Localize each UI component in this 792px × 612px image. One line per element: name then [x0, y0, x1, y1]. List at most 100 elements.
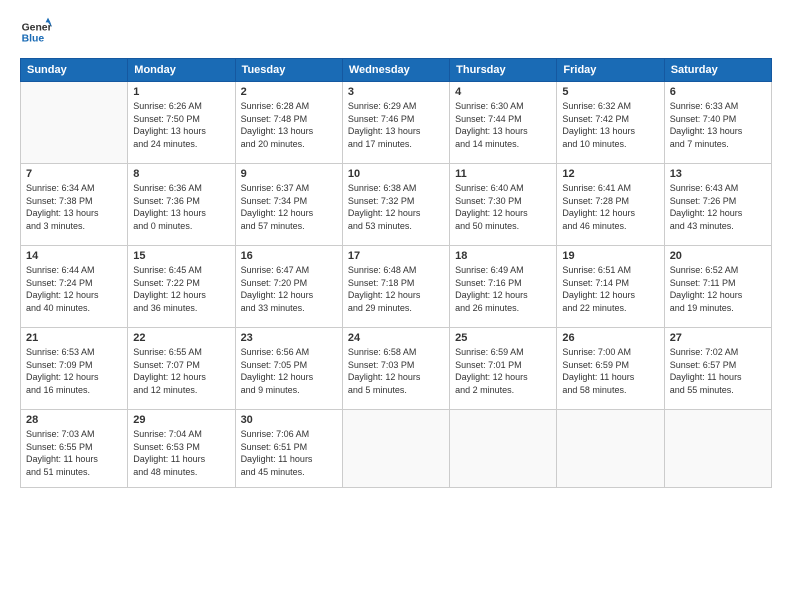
day-info: Sunrise: 6:37 AM Sunset: 7:34 PM Dayligh…: [241, 182, 337, 232]
calendar-cell: 18Sunrise: 6:49 AM Sunset: 7:16 PM Dayli…: [450, 246, 557, 328]
day-number: 15: [133, 250, 229, 262]
day-number: 27: [670, 332, 766, 344]
calendar-cell: [21, 82, 128, 164]
day-info: Sunrise: 6:33 AM Sunset: 7:40 PM Dayligh…: [670, 100, 766, 150]
calendar-cell: 10 Sunrise: 6:38 AM Sunset: 7:32 PM Dayli…: [342, 164, 449, 246]
day-number: 10: [348, 168, 444, 180]
day-number: 11: [455, 168, 551, 180]
day-number: 2: [241, 86, 337, 98]
calendar-cell: [664, 410, 771, 488]
day-info: Sunrise: 6:52 AM Sunset: 7:11 PM Dayligh…: [670, 264, 766, 314]
calendar-cell: 16 Sunrise: 6:47 AM Sunset: 7:20 PM Dayli…: [235, 246, 342, 328]
svg-text:General: General: [22, 22, 52, 33]
calendar-table: SundayMondayTuesdayWednesdayThursdayFrid…: [20, 58, 772, 488]
day-number: 5: [562, 86, 658, 98]
day-info: Sunrise: 6:48 AM Sunset: 7:18 PM Dayligh…: [348, 264, 444, 314]
calendar-cell: 21 Sunrise: 6:53 AM Sunset: 7:09 PM Dayli…: [21, 328, 128, 410]
day-number: 6: [670, 86, 766, 98]
day-info: Sunrise: 6:51 AM Sunset: 7:14 PM Dayligh…: [562, 264, 658, 314]
calendar-cell: 12 Sunrise: 6:41 AM Sunset: 7:28 PM Dayli…: [557, 164, 664, 246]
weekday-header-row: SundayMondayTuesdayWednesdayThursdayFrid…: [21, 59, 772, 82]
day-info: Sunrise: 6:32 AM Sunset: 7:42 PM Dayligh…: [562, 100, 658, 150]
header-area: General Blue: [20, 16, 772, 48]
logo: General Blue: [20, 16, 52, 48]
day-info: Sunrise: 6:43 AM Sunset: 7:26 PM Dayligh…: [670, 182, 766, 232]
week-row-3: 14Sunrise: 6:44 AM Sunset: 7:24 PM Dayli…: [21, 246, 772, 328]
day-info: Sunrise: 6:29 AM Sunset: 7:46 PM Dayligh…: [348, 100, 444, 150]
calendar-cell: 19 Sunrise: 6:51 AM Sunset: 7:14 PM Dayli…: [557, 246, 664, 328]
week-row-1: 1 Sunrise: 6:26 AM Sunset: 7:50 PM Daylig…: [21, 82, 772, 164]
calendar-cell: 26 Sunrise: 7:00 AM Sunset: 6:59 PM Dayli…: [557, 328, 664, 410]
calendar-cell: 22 Sunrise: 6:55 AM Sunset: 7:07 PM Dayli…: [128, 328, 235, 410]
week-row-5: 28Sunrise: 7:03 AM Sunset: 6:55 PM Dayli…: [21, 410, 772, 488]
day-number: 22: [133, 332, 229, 344]
day-number: 21: [26, 332, 122, 344]
day-info: Sunrise: 6:55 AM Sunset: 7:07 PM Dayligh…: [133, 346, 229, 396]
day-info: Sunrise: 6:26 AM Sunset: 7:50 PM Dayligh…: [133, 100, 229, 150]
day-number: 16: [241, 250, 337, 262]
week-row-2: 7 Sunrise: 6:34 AM Sunset: 7:38 PM Daylig…: [21, 164, 772, 246]
day-info: Sunrise: 6:45 AM Sunset: 7:22 PM Dayligh…: [133, 264, 229, 314]
day-info: Sunrise: 7:06 AM Sunset: 6:51 PM Dayligh…: [241, 428, 337, 478]
day-info: Sunrise: 6:58 AM Sunset: 7:03 PM Dayligh…: [348, 346, 444, 396]
day-info: Sunrise: 6:41 AM Sunset: 7:28 PM Dayligh…: [562, 182, 658, 232]
day-number: 30: [241, 414, 337, 426]
calendar-cell: 20 Sunrise: 6:52 AM Sunset: 7:11 PM Dayli…: [664, 246, 771, 328]
day-number: 4: [455, 86, 551, 98]
day-number: 19: [562, 250, 658, 262]
weekday-header-monday: Monday: [128, 59, 235, 82]
weekday-header-saturday: Saturday: [664, 59, 771, 82]
day-info: Sunrise: 6:36 AM Sunset: 7:36 PM Dayligh…: [133, 182, 229, 232]
weekday-header-wednesday: Wednesday: [342, 59, 449, 82]
day-number: 7: [26, 168, 122, 180]
calendar-cell: 11 Sunrise: 6:40 AM Sunset: 7:30 PM Dayli…: [450, 164, 557, 246]
day-info: Sunrise: 6:47 AM Sunset: 7:20 PM Dayligh…: [241, 264, 337, 314]
day-info: Sunrise: 7:03 AM Sunset: 6:55 PM Dayligh…: [26, 428, 122, 478]
calendar-cell: 8 Sunrise: 6:36 AM Sunset: 7:36 PM Daylig…: [128, 164, 235, 246]
calendar-cell: 24 Sunrise: 6:58 AM Sunset: 7:03 PM Dayli…: [342, 328, 449, 410]
calendar-cell: 6 Sunrise: 6:33 AM Sunset: 7:40 PM Daylig…: [664, 82, 771, 164]
calendar-cell: 9 Sunrise: 6:37 AM Sunset: 7:34 PM Daylig…: [235, 164, 342, 246]
day-info: Sunrise: 6:59 AM Sunset: 7:01 PM Dayligh…: [455, 346, 551, 396]
day-info: Sunrise: 6:38 AM Sunset: 7:32 PM Dayligh…: [348, 182, 444, 232]
day-info: Sunrise: 6:56 AM Sunset: 7:05 PM Dayligh…: [241, 346, 337, 396]
day-number: 12: [562, 168, 658, 180]
svg-text:Blue: Blue: [22, 34, 45, 45]
day-info: Sunrise: 6:49 AM Sunset: 7:16 PM Dayligh…: [455, 264, 551, 314]
day-number: 9: [241, 168, 337, 180]
calendar-cell: 4Sunrise: 6:30 AM Sunset: 7:44 PM Daylig…: [450, 82, 557, 164]
calendar-cell: 17 Sunrise: 6:48 AM Sunset: 7:18 PM Dayli…: [342, 246, 449, 328]
calendar-cell: 3 Sunrise: 6:29 AM Sunset: 7:46 PM Daylig…: [342, 82, 449, 164]
weekday-header-friday: Friday: [557, 59, 664, 82]
calendar-cell: 27 Sunrise: 7:02 AM Sunset: 6:57 PM Dayli…: [664, 328, 771, 410]
calendar-cell: 13Sunrise: 6:43 AM Sunset: 7:26 PM Dayli…: [664, 164, 771, 246]
calendar-cell: [450, 410, 557, 488]
day-number: 29: [133, 414, 229, 426]
calendar-cell: 1 Sunrise: 6:26 AM Sunset: 7:50 PM Daylig…: [128, 82, 235, 164]
calendar-cell: 14Sunrise: 6:44 AM Sunset: 7:24 PM Dayli…: [21, 246, 128, 328]
calendar-cell: 2Sunrise: 6:28 AM Sunset: 7:48 PM Daylig…: [235, 82, 342, 164]
day-number: 23: [241, 332, 337, 344]
calendar-cell: 30 Sunrise: 7:06 AM Sunset: 6:51 PM Dayli…: [235, 410, 342, 488]
day-number: 1: [133, 86, 229, 98]
logo-icon: General Blue: [20, 16, 52, 48]
calendar-cell: 5 Sunrise: 6:32 AM Sunset: 7:42 PM Daylig…: [557, 82, 664, 164]
day-info: Sunrise: 6:53 AM Sunset: 7:09 PM Dayligh…: [26, 346, 122, 396]
day-number: 20: [670, 250, 766, 262]
day-info: Sunrise: 6:34 AM Sunset: 7:38 PM Dayligh…: [26, 182, 122, 232]
day-info: Sunrise: 7:04 AM Sunset: 6:53 PM Dayligh…: [133, 428, 229, 478]
day-info: Sunrise: 6:40 AM Sunset: 7:30 PM Dayligh…: [455, 182, 551, 232]
calendar-cell: 15 Sunrise: 6:45 AM Sunset: 7:22 PM Dayli…: [128, 246, 235, 328]
day-number: 17: [348, 250, 444, 262]
day-number: 24: [348, 332, 444, 344]
day-info: Sunrise: 7:02 AM Sunset: 6:57 PM Dayligh…: [670, 346, 766, 396]
day-number: 25: [455, 332, 551, 344]
week-row-4: 21 Sunrise: 6:53 AM Sunset: 7:09 PM Dayli…: [21, 328, 772, 410]
calendar-cell: 23 Sunrise: 6:56 AM Sunset: 7:05 PM Dayli…: [235, 328, 342, 410]
day-number: 26: [562, 332, 658, 344]
day-number: 3: [348, 86, 444, 98]
day-info: Sunrise: 7:00 AM Sunset: 6:59 PM Dayligh…: [562, 346, 658, 396]
calendar-cell: [557, 410, 664, 488]
day-number: 8: [133, 168, 229, 180]
day-number: 14: [26, 250, 122, 262]
